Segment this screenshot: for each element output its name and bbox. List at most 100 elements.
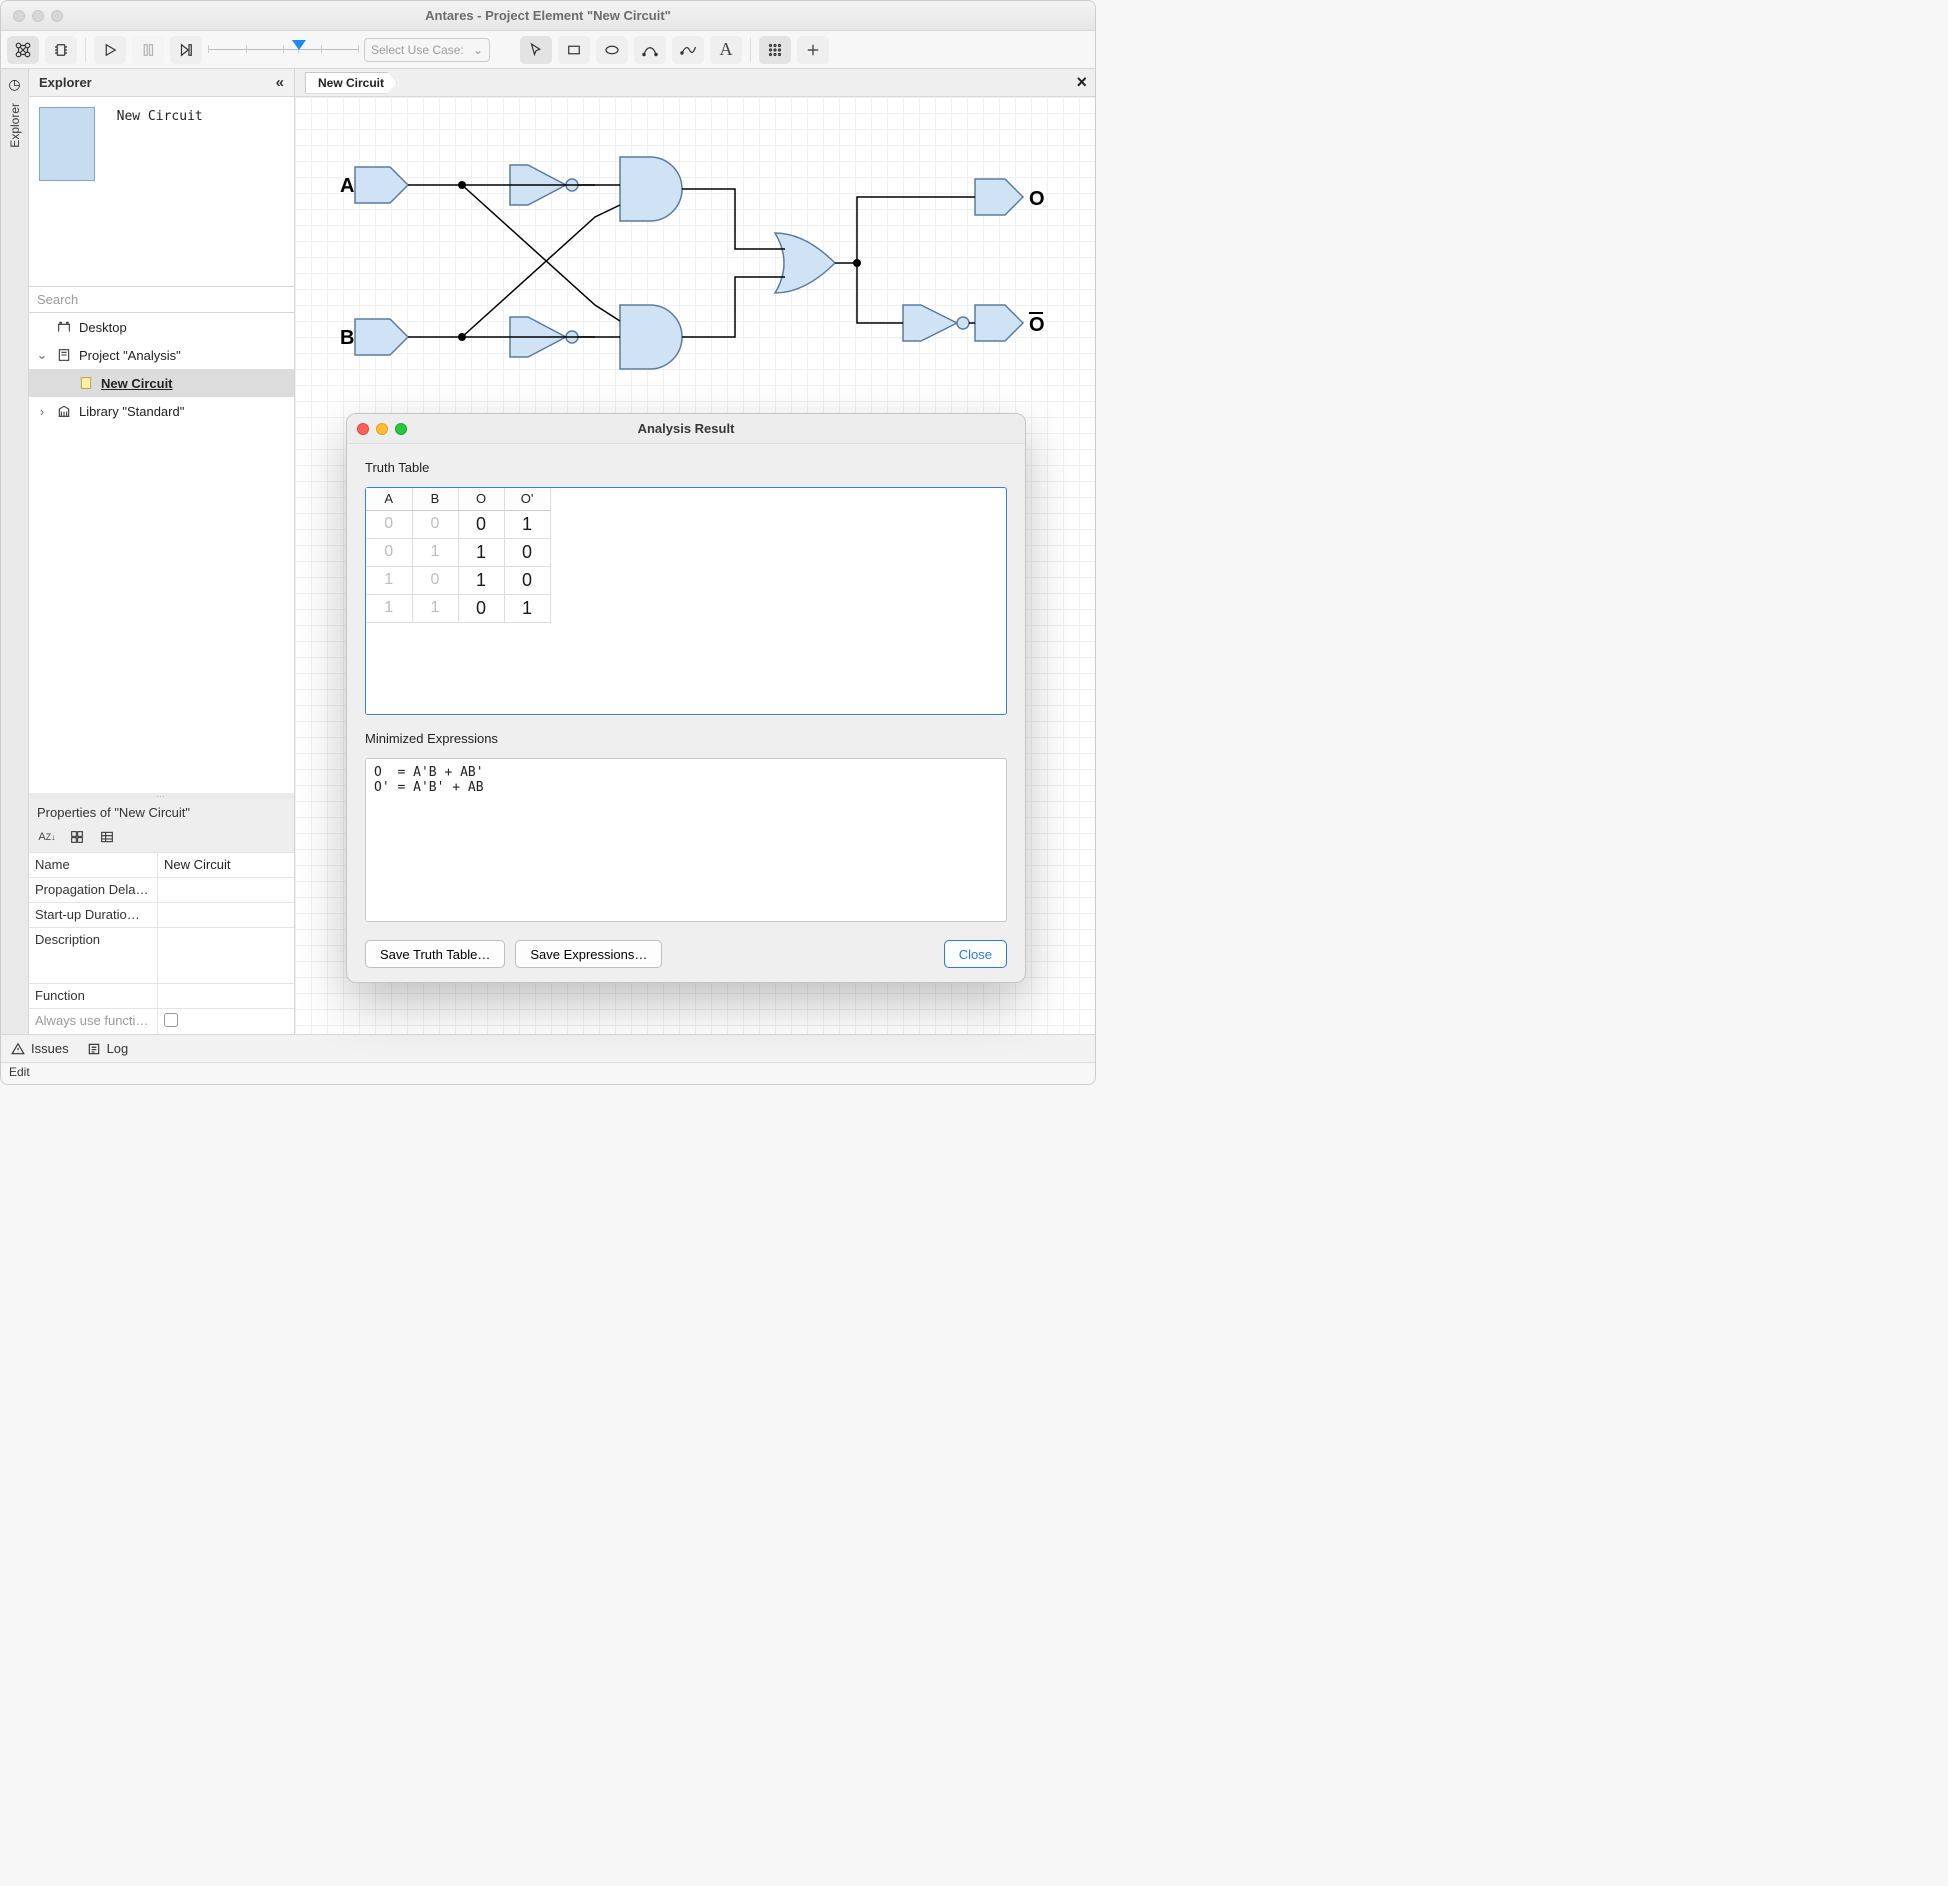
svg-text:O: O <box>1029 314 1045 336</box>
tt-header: O' <box>504 488 550 510</box>
save-expressions-button[interactable]: Save Expressions… <box>515 940 662 968</box>
properties-grid: NameNew Circuit Propagation Dela… Start-… <box>29 852 294 1034</box>
tt-cell: 1 <box>366 594 412 622</box>
properties-title: Properties of "New Circuit" <box>29 799 294 826</box>
svg-text:A: A <box>340 175 354 197</box>
rect-tool-button[interactable] <box>558 36 590 64</box>
spline-tool-button[interactable] <box>672 36 704 64</box>
tt-cell: 1 <box>504 594 550 622</box>
graph-mode-button[interactable] <box>7 36 39 64</box>
dialog-title: Analysis Result <box>347 421 1025 436</box>
prop-label: Name <box>29 853 157 877</box>
close-dialog-button[interactable]: Close <box>944 940 1007 968</box>
chevron-down-icon[interactable]: ⌄ <box>35 347 49 363</box>
truth-table: ABOO' 0001011010101101 <box>366 488 551 623</box>
tree-row-project[interactable]: ⌄ Project "Analysis" <box>29 341 294 369</box>
sort-alpha-icon[interactable]: AZ↓ <box>37 828 57 846</box>
explorer-header: Explorer « <box>29 69 294 97</box>
prop-value[interactable] <box>157 984 294 1008</box>
tt-header: B <box>412 488 458 510</box>
tt-cell: 0 <box>458 510 504 538</box>
chevron-right-icon[interactable]: › <box>35 404 49 419</box>
add-button[interactable] <box>797 36 829 64</box>
save-truth-table-button[interactable]: Save Truth Table… <box>365 940 505 968</box>
tree-label: New Circuit <box>101 376 173 391</box>
step-button[interactable] <box>170 36 202 64</box>
truth-table-label: Truth Table <box>365 460 1007 475</box>
window-title: Antares - Project Element "New Circuit" <box>1 8 1095 23</box>
categorize-icon[interactable] <box>67 828 87 846</box>
prop-value-checkbox[interactable] <box>157 1009 294 1034</box>
sidebar: Explorer « New Circuit Desktop ⌄ P <box>29 69 295 1034</box>
search-input[interactable] <box>29 287 294 312</box>
tt-cell: 1 <box>412 538 458 566</box>
properties-toolbar: AZ↓ <box>29 826 294 852</box>
tree-row-library[interactable]: › Library "Standard" <box>29 397 294 425</box>
desktop-icon <box>55 319 73 335</box>
project-tree: Desktop ⌄ Project "Analysis" New Circuit… <box>29 313 294 793</box>
tt-header: O <box>458 488 504 510</box>
main-toolbar: Select Use Case: ⌄ A <box>1 31 1095 69</box>
rail-label-explorer[interactable]: Explorer <box>8 103 22 148</box>
play-button[interactable] <box>94 36 126 64</box>
expressions-label: Minimized Expressions <box>365 731 1007 746</box>
pointer-tool-button[interactable] <box>520 36 552 64</box>
tt-cell: 0 <box>412 510 458 538</box>
tab-bar: New Circuit × <box>295 69 1095 97</box>
tt-cell: 0 <box>458 594 504 622</box>
collapse-panel-icon[interactable]: « <box>276 74 284 91</box>
close-tab-icon[interactable]: × <box>1076 72 1087 93</box>
tt-cell: 1 <box>458 538 504 566</box>
library-icon <box>55 403 73 419</box>
tt-row: 0110 <box>366 538 550 566</box>
speed-slider[interactable] <box>208 38 358 62</box>
use-case-select[interactable]: Select Use Case: ⌄ <box>364 38 490 62</box>
ellipse-tool-button[interactable] <box>596 36 628 64</box>
tree-row-circuit[interactable]: New Circuit <box>29 369 294 397</box>
log-button[interactable]: Log <box>87 1041 129 1056</box>
file-icon <box>77 375 95 391</box>
pause-button[interactable] <box>132 36 164 64</box>
titlebar: Antares - Project Element "New Circuit" <box>1 1 1095 31</box>
mode-label: Edit <box>9 1065 30 1079</box>
log-label: Log <box>107 1041 129 1056</box>
list-view-icon[interactable] <box>97 828 117 846</box>
tt-row: 0001 <box>366 510 550 538</box>
tt-cell: 0 <box>366 510 412 538</box>
prop-value[interactable] <box>157 878 294 902</box>
prop-label: Always use functi… <box>29 1009 157 1034</box>
use-case-placeholder: Select Use Case: <box>371 43 464 57</box>
prop-label: Propagation Dela… <box>29 878 157 902</box>
circuit-thumbnail-label: New Circuit <box>117 109 203 124</box>
tt-cell: 1 <box>412 594 458 622</box>
tt-row: 1010 <box>366 566 550 594</box>
truth-table-box: ABOO' 0001011010101101 <box>365 487 1007 715</box>
text-tool-button[interactable]: A <box>710 36 742 64</box>
issues-button[interactable]: Issues <box>11 1041 69 1056</box>
tt-header: A <box>366 488 412 510</box>
prop-value-name[interactable]: New Circuit <box>157 853 294 877</box>
search-box[interactable] <box>29 287 294 313</box>
svg-text:B: B <box>340 327 354 349</box>
expressions-box[interactable]: O = A'B + AB' O' = A'B' + AB <box>365 758 1007 922</box>
svg-text:O: O <box>1029 188 1045 210</box>
tt-row: 1101 <box>366 594 550 622</box>
curve-tool-button[interactable] <box>634 36 666 64</box>
status-bar: Issues Log <box>1 1034 1095 1062</box>
tab-new-circuit[interactable]: New Circuit <box>305 72 397 94</box>
chip-mode-button[interactable] <box>45 36 77 64</box>
grid-toggle-button[interactable] <box>759 36 791 64</box>
tt-cell: 1 <box>458 566 504 594</box>
prop-value[interactable] <box>157 928 294 983</box>
footer-bar: Edit <box>1 1062 1095 1084</box>
prop-value[interactable] <box>157 903 294 927</box>
app-window: Antares - Project Element "New Circuit" … <box>0 0 1096 1085</box>
clock-icon: ◷ <box>8 77 20 91</box>
circuit-thumbnail[interactable] <box>39 107 95 181</box>
tt-cell: 0 <box>504 566 550 594</box>
tab-label: New Circuit <box>318 76 384 90</box>
dialog-titlebar: Analysis Result <box>347 414 1025 444</box>
project-icon <box>55 347 73 363</box>
tree-row-desktop[interactable]: Desktop <box>29 313 294 341</box>
tt-cell: 0 <box>366 538 412 566</box>
